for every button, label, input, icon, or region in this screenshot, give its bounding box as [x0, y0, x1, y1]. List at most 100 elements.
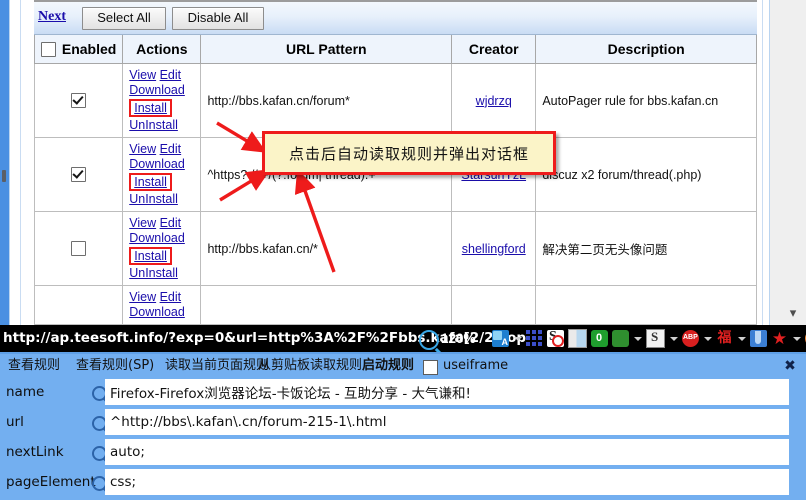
field-row-pageElement: pageElement — [0, 468, 806, 498]
useiframe-label: useiframe — [443, 358, 509, 373]
star-icon[interactable]: ★ — [771, 330, 788, 347]
view-link[interactable]: View — [129, 290, 156, 304]
cell-actions: View Edit Download Install UnInstall — [122, 137, 202, 212]
install-link[interactable]: Install — [129, 99, 172, 117]
caret-down-icon[interactable] — [633, 330, 642, 347]
download-link[interactable]: Download — [129, 305, 185, 319]
read-current-page-rule-button[interactable]: 读取当前页面规则 — [165, 357, 269, 375]
cell-actions: View Edit Download Install UnInstall — [122, 211, 202, 286]
fu-char-icon[interactable]: 福 — [716, 330, 733, 347]
field-row-url: url — [0, 408, 806, 438]
header-creator: Creator — [451, 35, 537, 64]
annotation-text: 点击后自动读取规则并弹出对话框 — [288, 144, 529, 163]
zoom-level-label[interactable]: 120% — [441, 329, 476, 348]
cell-url-pattern — [200, 285, 453, 325]
cell-description: discuz x2 forum/thread(.php) — [535, 137, 757, 212]
table-header-row: Enabled Actions URL Pattern Creator Desc… — [33, 35, 757, 64]
greenbrowser-counter-icon[interactable] — [591, 330, 608, 347]
reader-icon[interactable] — [568, 329, 587, 348]
view-link[interactable]: View — [129, 68, 156, 82]
field-input-name[interactable] — [105, 379, 789, 405]
edit-link[interactable]: Edit — [160, 216, 182, 230]
row-enabled-checkbox[interactable] — [71, 167, 87, 183]
cell-enabled — [33, 137, 124, 212]
header-enabled: Enabled — [33, 35, 124, 64]
caret-down-icon[interactable] — [669, 330, 678, 347]
cell-description: AutoPager rule for bbs.kafan.cn — [535, 63, 757, 138]
header-url-pattern: URL Pattern — [200, 35, 453, 64]
creator-link[interactable]: shellingford — [462, 242, 526, 256]
select-all-button[interactable]: Select All — [82, 7, 166, 30]
cell-enabled — [33, 285, 124, 325]
bug-icon[interactable] — [612, 330, 629, 347]
field-label-url: url — [6, 414, 24, 430]
select-all-checkbox[interactable] — [40, 41, 56, 57]
edit-link[interactable]: Edit — [160, 142, 182, 156]
sidebar-drag-handle[interactable] — [2, 170, 6, 182]
cell-enabled — [33, 63, 124, 138]
header-enabled-label: Enabled — [61, 41, 117, 57]
status-url-text: http://ap.teesoft.info/?exp=0&url=http%3… — [3, 330, 464, 346]
cell-creator — [451, 285, 537, 325]
field-input-nextLink[interactable] — [105, 439, 789, 465]
noscript-icon[interactable] — [547, 329, 564, 347]
caret-down-icon[interactable] — [792, 330, 801, 347]
flask-icon[interactable] — [750, 330, 767, 347]
table-row: View Edit Download Install UnInstall http://… — [33, 211, 757, 286]
page-scrollbar[interactable] — [770, 0, 806, 325]
field-input-pageElement[interactable] — [105, 469, 789, 495]
cell-creator: wjdrzq — [451, 63, 537, 138]
rules-list-panel: Next Select All Disable All Enabled Acti… — [33, 0, 757, 325]
row-enabled-checkbox[interactable] — [71, 93, 87, 109]
app-grid-icon[interactable] — [526, 330, 543, 347]
table-row: View Edit Download — [33, 285, 757, 325]
cell-description — [535, 285, 757, 325]
download-link[interactable]: Download — [129, 231, 185, 245]
uninstall-link[interactable]: UnInstall — [129, 266, 178, 280]
edit-link[interactable]: Edit — [160, 68, 182, 82]
field-row-nextLink: nextLink — [0, 438, 806, 468]
cell-actions: View Edit Download Install UnInstall — [122, 63, 202, 138]
caret-down-icon[interactable] — [703, 330, 712, 347]
view-link[interactable]: View — [129, 142, 156, 156]
field-input-url[interactable] — [105, 409, 789, 435]
start-rule-button[interactable]: 启动规则 — [362, 357, 414, 375]
rule-editor-panel: 查看规则 查看规则(SP) 读取当前页面规则 从剪贴板读取规则 启动规则 use… — [0, 352, 806, 500]
view-rule-sp-button[interactable]: 查看规则(SP) — [76, 357, 154, 375]
read-clipboard-rule-button[interactable]: 从剪贴板读取规则 — [258, 357, 362, 375]
creator-link[interactable]: wjdrzq — [476, 94, 512, 108]
view-rule-button[interactable]: 查看规则 — [8, 357, 60, 375]
adblock-plus-icon[interactable] — [682, 330, 699, 347]
caret-down-icon[interactable] — [513, 330, 522, 347]
cell-actions: View Edit Download — [122, 285, 202, 325]
view-link[interactable]: View — [129, 216, 156, 230]
table-row: View Edit Download Install UnInstall http://… — [33, 63, 757, 138]
caret-down-icon[interactable] — [737, 330, 746, 347]
left-margin-1 — [10, 0, 20, 325]
rules-toolbar: Next Select All Disable All — [34, 2, 757, 35]
install-link[interactable]: Install — [129, 247, 172, 265]
left-sidebar-strip[interactable] — [0, 0, 9, 325]
field-label-pageElement: pageElement — [6, 474, 96, 490]
field-label-nextLink: nextLink — [6, 444, 64, 460]
field-label-name: name — [6, 384, 45, 400]
install-link[interactable]: Install — [129, 173, 172, 191]
uninstall-link[interactable]: UnInstall — [129, 118, 178, 132]
cell-description: 解决第二页无头像问题 — [535, 211, 757, 286]
language-input-icon[interactable] — [492, 330, 509, 347]
download-link[interactable]: Download — [129, 157, 185, 171]
download-link[interactable]: Download — [129, 83, 185, 97]
browser-content-area: Next Select All Disable All Enabled Acti… — [0, 0, 806, 325]
cell-enabled — [33, 211, 124, 286]
next-link[interactable]: Next — [38, 9, 66, 25]
useiframe-checkbox[interactable] — [423, 360, 438, 375]
edit-link[interactable]: Edit — [160, 290, 182, 304]
stylish-icon[interactable] — [646, 329, 665, 348]
chevron-down-icon[interactable]: ▾ — [786, 306, 800, 319]
zoom-magnifier-icon[interactable] — [419, 330, 439, 350]
row-enabled-checkbox[interactable] — [71, 241, 87, 257]
uninstall-link[interactable]: UnInstall — [129, 192, 178, 206]
disable-all-button[interactable]: Disable All — [172, 7, 264, 30]
close-icon[interactable]: ✖ — [782, 357, 798, 373]
left-margin-2 — [21, 0, 34, 325]
